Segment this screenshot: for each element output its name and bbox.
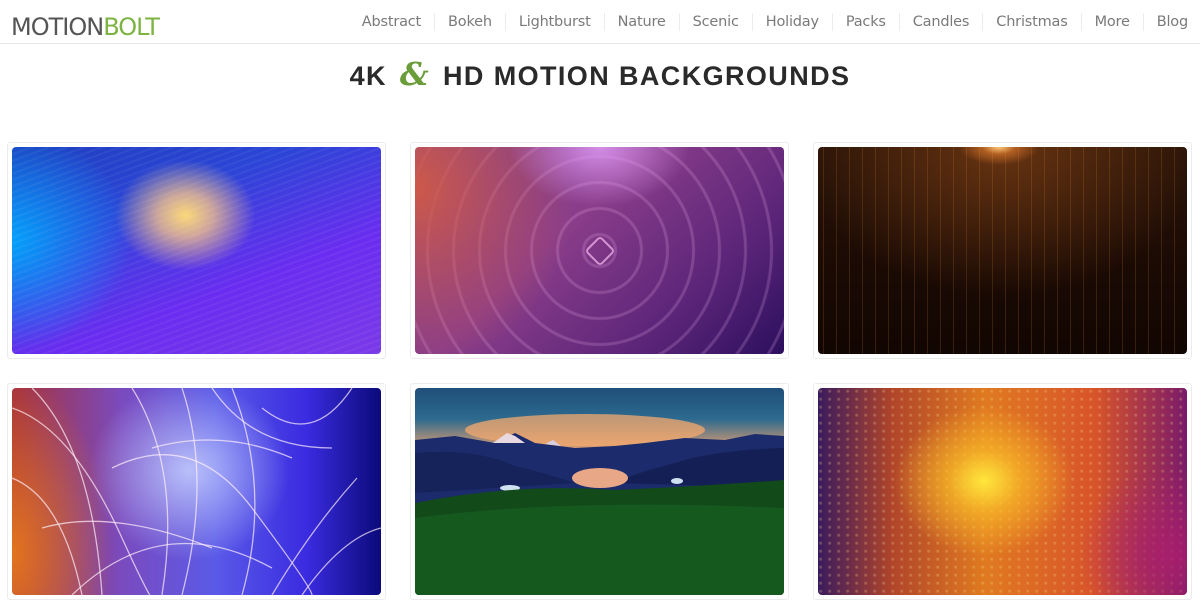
nav-item-lightburst[interactable]: Lightburst [506,12,604,32]
landscape-illustration [415,414,784,595]
title-ampersand: & [399,55,431,93]
logo-text-bolt: BOLT [103,13,160,41]
logo-text-motion: MOTION [11,13,104,41]
nav-item-more[interactable]: More [1082,12,1143,32]
nav-item-scenic[interactable]: Scenic [680,12,752,32]
page-title: 4K & HD MOTION BACKGROUNDS [0,56,1200,94]
thumbnail-image [818,388,1187,595]
title-prefix: 4K [349,61,387,91]
main-nav: Abstract Bokeh Lightburst Nature Scenic … [349,0,1200,43]
diamond-shape [583,234,616,267]
gallery-card-rings[interactable] [410,142,789,359]
gallery-card-particles[interactable] [813,142,1192,359]
gallery-card-fireworks[interactable] [7,383,386,600]
nav-item-packs[interactable]: Packs [833,12,899,32]
logo[interactable]: MOTION BOLT [11,12,160,42]
background-gallery [7,142,1197,600]
gallery-card-bokeh[interactable] [813,383,1192,600]
nav-item-abstract[interactable]: Abstract [349,12,434,32]
nav-item-nature[interactable]: Nature [605,12,679,32]
nav-item-christmas[interactable]: Christmas [983,12,1080,32]
thumbnail-image [12,388,381,595]
nav-item-holiday[interactable]: Holiday [753,12,832,32]
title-suffix: HD MOTION BACKGROUNDS [443,61,851,91]
gallery-card-landscape[interactable] [410,383,789,600]
nav-item-blog[interactable]: Blog [1144,12,1200,32]
thumbnail-image [12,147,381,354]
thumbnail-image [818,147,1187,354]
thumbnail-image [415,388,784,595]
gallery-card-abstract[interactable] [7,142,386,359]
thumbnail-image [415,147,784,354]
site-header: MOTION BOLT Abstract Bokeh Lightburst Nat… [0,0,1200,44]
light-streaks [12,388,381,595]
nav-item-bokeh[interactable]: Bokeh [435,12,505,32]
nav-item-candles[interactable]: Candles [900,12,983,32]
